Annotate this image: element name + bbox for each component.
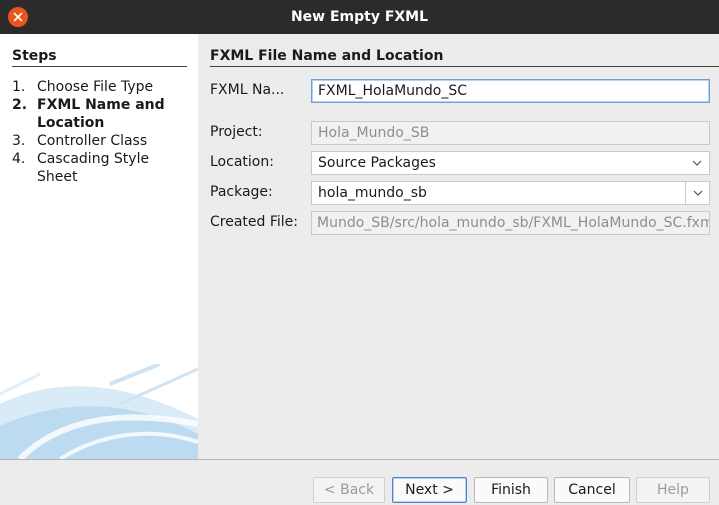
project-value: Hola_Mundo_SB [318,125,430,141]
help-button[interactable]: Help [636,477,710,503]
created-file-value: Mundo_SB/src/hola_mundo_sb/FXML_HolaMund… [317,215,710,231]
package-value: hola_mundo_sb [318,185,427,201]
step-label: Controller Class [37,133,148,149]
step-label: Cascading Style Sheet [37,151,150,185]
step-item-controller-class: 3. Controller Class [12,132,192,150]
location-label: Location: [210,154,274,170]
finish-button[interactable]: Finish [474,477,548,503]
steps-title: Steps [12,48,57,64]
location-value: Source Packages [318,155,436,171]
content-panel: FXML File Name and Location FXML Na... F… [198,34,719,459]
created-file-field: Mundo_SB/src/hola_mundo_sb/FXML_HolaMund… [311,211,710,235]
steps-divider [12,66,187,67]
chevron-down-icon[interactable] [685,182,709,204]
step-label: Choose File Type [37,79,154,95]
step-number: 3. [12,133,26,149]
created-file-label: Created File: [210,214,298,230]
button-bar: < Back Next > Finish Cancel Help [0,460,719,505]
fxml-name-label: FXML Na... [210,82,285,98]
step-number: 1. [12,79,26,95]
package-label: Package: [210,184,273,200]
cancel-button[interactable]: Cancel [554,477,630,503]
title-bar: New Empty FXML [0,0,719,34]
project-label: Project: [210,124,263,140]
step-item-fxml-name-location: 2. FXML Name and Location [12,96,192,132]
package-combo-input[interactable]: hola_mundo_sb [311,181,710,205]
step-item-cascading-style-sheet: 4. Cascading Style Sheet [12,150,192,186]
new-empty-fxml-dialog: New Empty FXML Steps 1. Choose File Type… [0,0,719,505]
steps-list: 1. Choose File Type 2. FXML Name and Loc… [12,78,192,186]
project-field: Hola_Mundo_SB [311,121,710,145]
fxml-name-value: FXML_HolaMundo_SC [318,83,468,99]
section-title: FXML File Name and Location [210,48,444,64]
steps-panel: Steps 1. Choose File Type 2. FXML Name a… [0,34,198,459]
next-button[interactable]: Next > [392,477,467,503]
step-item-choose-file-type: 1. Choose File Type [12,78,192,96]
step-label: FXML Name and Location [37,97,165,131]
section-divider [210,66,719,67]
back-button[interactable]: < Back [313,477,385,503]
location-select[interactable]: Source Packages [311,151,710,175]
step-number: 4. [12,151,26,167]
window-title: New Empty FXML [290,9,429,25]
fxml-name-input[interactable]: FXML_HolaMundo_SC [311,79,710,103]
chevron-down-icon[interactable] [685,152,709,174]
wizard-swoosh-decoration [0,364,198,459]
step-number: 2. [12,97,28,113]
